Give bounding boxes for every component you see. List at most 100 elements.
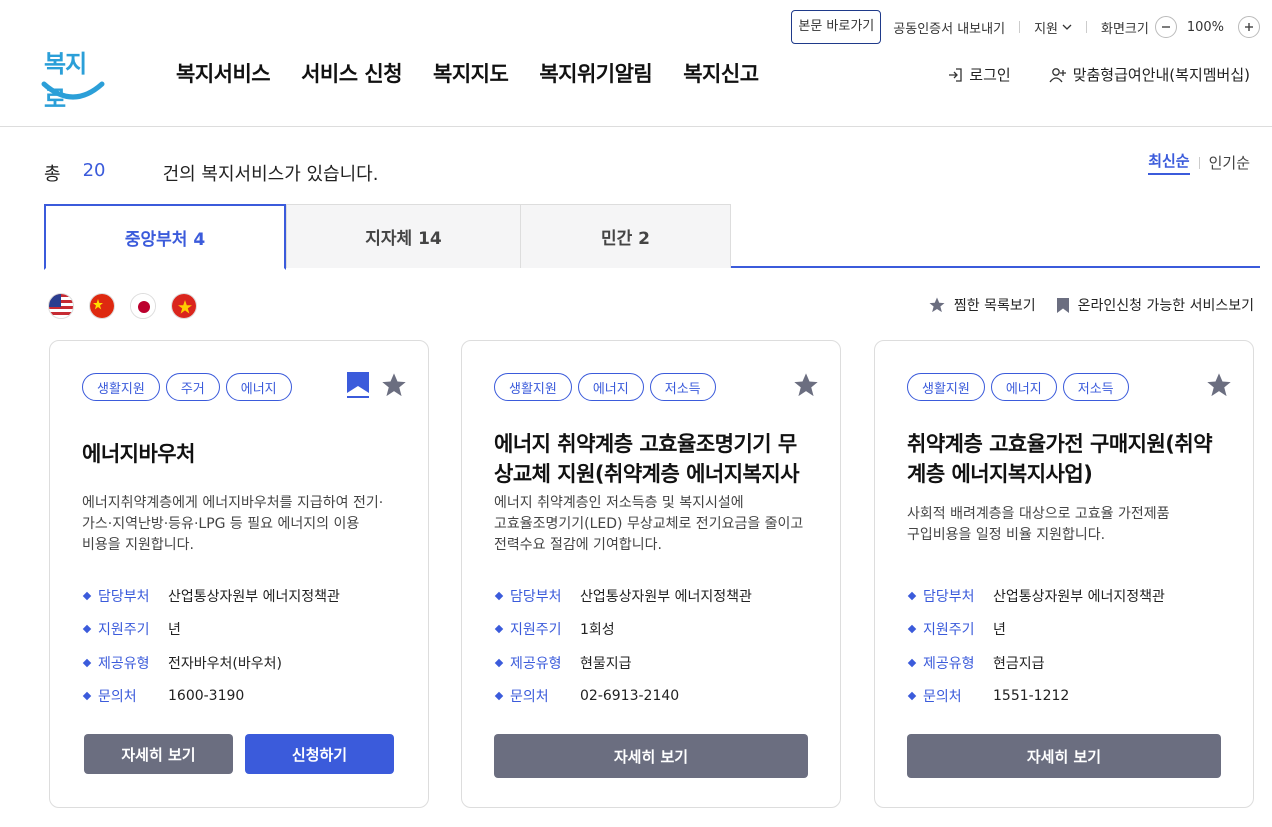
- tag[interactable]: 에너지: [990, 373, 1057, 401]
- info-value: 1551-1212: [993, 688, 1070, 705]
- tag[interactable]: 생활지원: [494, 373, 572, 401]
- divider: [1198, 156, 1200, 169]
- bookmark-icon: [1056, 297, 1069, 313]
- sort-popular[interactable]: 인기순: [1209, 152, 1250, 173]
- nav-service-apply[interactable]: 서비스 신청: [301, 58, 402, 88]
- info-key: 담당부처: [98, 588, 150, 605]
- card-actions: [1205, 371, 1233, 399]
- bullet-icon: [907, 692, 917, 701]
- favorite-star-icon[interactable]: [380, 371, 408, 399]
- minus-icon: [1161, 26, 1170, 28]
- info-key: 제공유형: [510, 655, 562, 672]
- bullet-icon: [494, 692, 504, 701]
- info-key: 지원주기: [98, 622, 150, 639]
- card-description: 에너지 취약계층인 저소득층 및 복지시설에 고효율조명기기(LED) 무상교체…: [494, 495, 804, 553]
- card-title[interactable]: 취약계층 고효율가전 구매지원(취약계층 에너지복지사업): [907, 429, 1227, 489]
- detail-button[interactable]: 자세히 보기: [84, 734, 233, 774]
- divider: [1019, 21, 1021, 33]
- zoom-control: 화면크기 100%: [1101, 16, 1260, 38]
- nav-welfare-services[interactable]: 복지서비스: [176, 58, 271, 88]
- user-plus-icon: [1049, 67, 1066, 82]
- info-row: 문의처 1600-3190: [82, 680, 408, 714]
- login-link[interactable]: 로그인: [947, 64, 1011, 85]
- card-title[interactable]: 에너지바우처: [82, 439, 402, 469]
- tag[interactable]: 주거: [165, 373, 220, 401]
- tab-local[interactable]: 지자체 14: [286, 204, 521, 268]
- tab-central[interactable]: 중앙부처 4: [44, 204, 286, 270]
- cn-flag-icon[interactable]: [89, 293, 115, 319]
- nav-welfare-map[interactable]: 복지지도: [433, 58, 509, 88]
- zoom-value: 100%: [1186, 19, 1224, 35]
- online-label: 온라인신청 가능한 서비스보기: [1077, 298, 1254, 314]
- tab-private[interactable]: 민간 2: [521, 204, 731, 268]
- detail-button[interactable]: 자세히 보기: [494, 734, 808, 778]
- info-value: 전자바우처(바우처): [168, 655, 282, 672]
- sort-latest[interactable]: 최신순: [1148, 150, 1190, 175]
- language-label: 지원: [1034, 21, 1058, 37]
- favorite-star-icon[interactable]: [792, 371, 820, 399]
- tag[interactable]: 에너지: [577, 373, 644, 401]
- info-row: 제공유형 전자바우처(바우처): [82, 646, 408, 680]
- zoom-label: 화면크기: [1100, 21, 1149, 37]
- vn-flag-icon[interactable]: [171, 293, 197, 319]
- card-title[interactable]: 에너지 취약계층 고효율조명기기 무상교체 지원(취약계층 에너지복지사: [494, 429, 814, 489]
- language-select[interactable]: 지원: [1034, 18, 1072, 37]
- info-row: 담당부처 산업통상자원부 에너지정책관: [907, 579, 1233, 613]
- tag[interactable]: 생활지원: [82, 373, 160, 401]
- info-value: 년: [168, 622, 181, 639]
- detail-button[interactable]: 자세히 보기: [907, 734, 1221, 778]
- favorite-star-icon[interactable]: [1205, 371, 1233, 399]
- nav-welfare-report[interactable]: 복지신고: [683, 58, 759, 88]
- service-card: 생활지원 에너지 저소득 에너지 취약계층 고효율조명기기 무상교체 지원(취약…: [461, 340, 841, 808]
- info-row: 지원주기 년: [907, 613, 1233, 647]
- info-value: 년: [993, 622, 1006, 639]
- logo-smile-icon: [41, 81, 105, 100]
- list-toggles: 찜한 목록보기 온라인신청 가능한 서비스보기: [928, 295, 1254, 315]
- login-label: 로그인: [969, 66, 1011, 84]
- tag[interactable]: 저소득: [649, 373, 716, 401]
- info-key: 문의처: [923, 689, 962, 706]
- tag[interactable]: 저소득: [1062, 373, 1129, 401]
- bullet-icon: [82, 658, 92, 667]
- info-row: 문의처 1551-1212: [907, 680, 1233, 714]
- online-apply-toggle[interactable]: 온라인신청 가능한 서비스보기: [1056, 295, 1254, 315]
- tag[interactable]: 에너지: [225, 373, 292, 401]
- bullet-icon: [82, 591, 92, 600]
- result-count: 20: [82, 160, 106, 181]
- zoom-in-button[interactable]: [1238, 16, 1260, 38]
- utility-bar: 본문 바로가기 공동인증서 내보내기 지원 화면크기 100%: [791, 10, 1260, 44]
- info-value: 현금지급: [993, 655, 1045, 672]
- online-apply-bookmark-icon: [347, 372, 369, 398]
- tag[interactable]: 생활지원: [907, 373, 985, 401]
- skip-to-content-link[interactable]: 본문 바로가기: [791, 10, 882, 44]
- jp-flag-icon[interactable]: [130, 293, 156, 319]
- site-logo[interactable]: 복지로: [40, 44, 106, 113]
- card-tags: 생활지원 주거 에너지: [82, 373, 292, 401]
- nav-crisis-alert[interactable]: 복지위기알림: [539, 58, 652, 88]
- bullet-icon: [82, 625, 92, 634]
- info-value: 02-6913-2140: [580, 688, 680, 705]
- header-divider: [0, 126, 1272, 127]
- bullet-icon: [907, 591, 917, 600]
- us-flag-icon[interactable]: [48, 293, 74, 319]
- zoom-out-button[interactable]: [1154, 16, 1177, 38]
- language-flags: [48, 293, 197, 319]
- info-key: 지원주기: [923, 622, 975, 639]
- bullet-icon: [907, 625, 917, 634]
- info-key: 담당부처: [923, 588, 975, 605]
- category-tabs: 중앙부처 4 지자체 14 민간 2: [44, 204, 1260, 270]
- card-buttons: 자세히 보기 신청하기: [84, 734, 394, 774]
- bullet-icon: [494, 591, 504, 600]
- summary-prefix: 총: [44, 164, 61, 185]
- membership-link[interactable]: 맞춤형급여안내(복지멤버십): [1049, 64, 1250, 85]
- cert-export-link[interactable]: 공동인증서 내보내기: [893, 18, 1005, 37]
- info-key: 제공유형: [923, 655, 975, 672]
- star-icon: [929, 297, 945, 313]
- main-nav: 복지서비스 서비스 신청 복지지도 복지위기알림 복지신고: [176, 58, 759, 88]
- apply-button[interactable]: 신청하기: [245, 734, 394, 774]
- favorites-toggle[interactable]: 찜한 목록보기: [928, 295, 1036, 315]
- bullet-icon: [82, 692, 92, 701]
- bullet-icon: [907, 658, 917, 667]
- service-card: 생활지원 에너지 저소득 취약계층 고효율가전 구매지원(취약계층 에너지복지사…: [874, 340, 1254, 808]
- info-value: 산업통상자원부 에너지정책관: [580, 588, 752, 605]
